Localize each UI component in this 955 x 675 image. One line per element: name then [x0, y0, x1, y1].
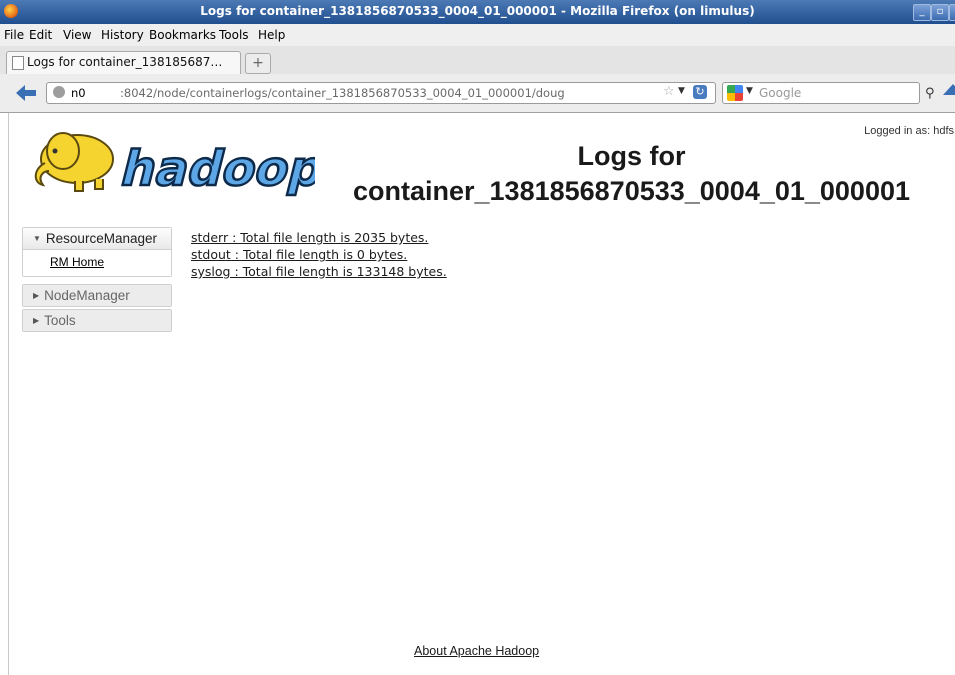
home-icon[interactable]: [943, 84, 955, 95]
page-icon: [12, 56, 24, 70]
new-tab-button[interactable]: +: [245, 53, 271, 74]
tab-active[interactable]: Logs for container_138185687…: [6, 51, 241, 74]
logo-text: hadoop: [116, 142, 315, 197]
url-host: n0: [71, 86, 86, 100]
menu-view[interactable]: View: [63, 28, 91, 42]
page-content: Logged in as: hdfs hadoop Logs for conta…: [8, 113, 955, 675]
star-icon[interactable]: ☆: [663, 84, 675, 99]
search-input[interactable]: Google: [759, 86, 801, 100]
navigation-toolbar: n0 :8042/node/containerlogs/container_13…: [0, 74, 955, 113]
nav-group-resourcemanager: ▼ ResourceManager RM Home: [22, 227, 172, 277]
nav-header-tools[interactable]: ▶ Tools: [23, 310, 171, 331]
maximize-button[interactable]: ▫: [931, 4, 949, 21]
chevron-right-icon: ▶: [33, 316, 40, 325]
logged-in-status: Logged in as: hdfs: [864, 125, 954, 137]
log-link-stdout[interactable]: stdout : Total file length is 0 bytes.: [191, 246, 447, 263]
window-titlebar: Logs for container_1381856870533_0004_01…: [0, 0, 955, 24]
window-title: Logs for container_1381856870533_0004_01…: [200, 4, 755, 18]
nav-group-tools: ▶ Tools: [22, 309, 172, 332]
tab-label: Logs for container_138185687…: [27, 55, 223, 69]
log-file-list: stderr : Total file length is 2035 bytes…: [191, 229, 447, 280]
url-path: :8042/node/containerlogs/container_13818…: [120, 86, 565, 100]
menu-tools[interactable]: Tools: [219, 28, 249, 42]
menu-file[interactable]: File: [4, 28, 24, 42]
nav-header-label: ResourceManager: [45, 231, 157, 246]
menu-bar: File Edit View History Bookmarks Tools H…: [0, 24, 955, 46]
close-button[interactable]: [949, 4, 955, 21]
url-bar[interactable]: n0 :8042/node/containerlogs/container_13…: [46, 82, 716, 104]
log-link-syslog[interactable]: syslog : Total file length is 133148 byt…: [191, 263, 447, 280]
menu-bookmarks[interactable]: Bookmarks: [149, 28, 216, 42]
minimize-button[interactable]: _: [913, 4, 931, 21]
menu-history[interactable]: History: [101, 28, 144, 42]
search-bar[interactable]: ▼ Google: [722, 82, 920, 104]
nav-header-resourcemanager[interactable]: ▼ ResourceManager: [23, 228, 171, 249]
binoculars-icon[interactable]: ⚲: [925, 86, 935, 101]
chevron-right-icon: ▶: [33, 291, 40, 300]
nav-header-label: NodeManager: [44, 288, 130, 303]
globe-icon: [53, 86, 65, 98]
search-engine-dropdown-icon[interactable]: ▼: [746, 86, 753, 96]
log-link-stderr[interactable]: stderr : Total file length is 2035 bytes…: [191, 229, 447, 246]
nav-link-rm-home[interactable]: RM Home: [50, 255, 104, 269]
menu-help[interactable]: Help: [258, 28, 285, 42]
google-icon[interactable]: [727, 85, 743, 101]
tab-strip: Logs for container_138185687… +: [0, 46, 955, 75]
nav-group-nodemanager: ▶ NodeManager: [22, 284, 172, 307]
side-navigation: ▼ ResourceManager RM Home ▶ NodeManager ▶ T…: [22, 227, 172, 332]
chevron-down-icon[interactable]: ▼: [678, 86, 685, 96]
nav-header-nodemanager[interactable]: ▶ NodeManager: [23, 285, 171, 306]
hadoop-logo[interactable]: hadoop: [25, 119, 315, 201]
menu-edit[interactable]: Edit: [29, 28, 52, 42]
nav-header-label: Tools: [44, 313, 76, 328]
about-hadoop-link[interactable]: About Apache Hadoop: [414, 644, 539, 658]
nav-body-resourcemanager: RM Home: [23, 249, 171, 276]
back-arrow-icon[interactable]: [14, 83, 38, 103]
reload-icon[interactable]: ↻: [693, 85, 707, 99]
page-title: Logs for container_1381856870533_0004_01…: [353, 141, 910, 206]
chevron-down-icon: ▼: [33, 234, 41, 243]
